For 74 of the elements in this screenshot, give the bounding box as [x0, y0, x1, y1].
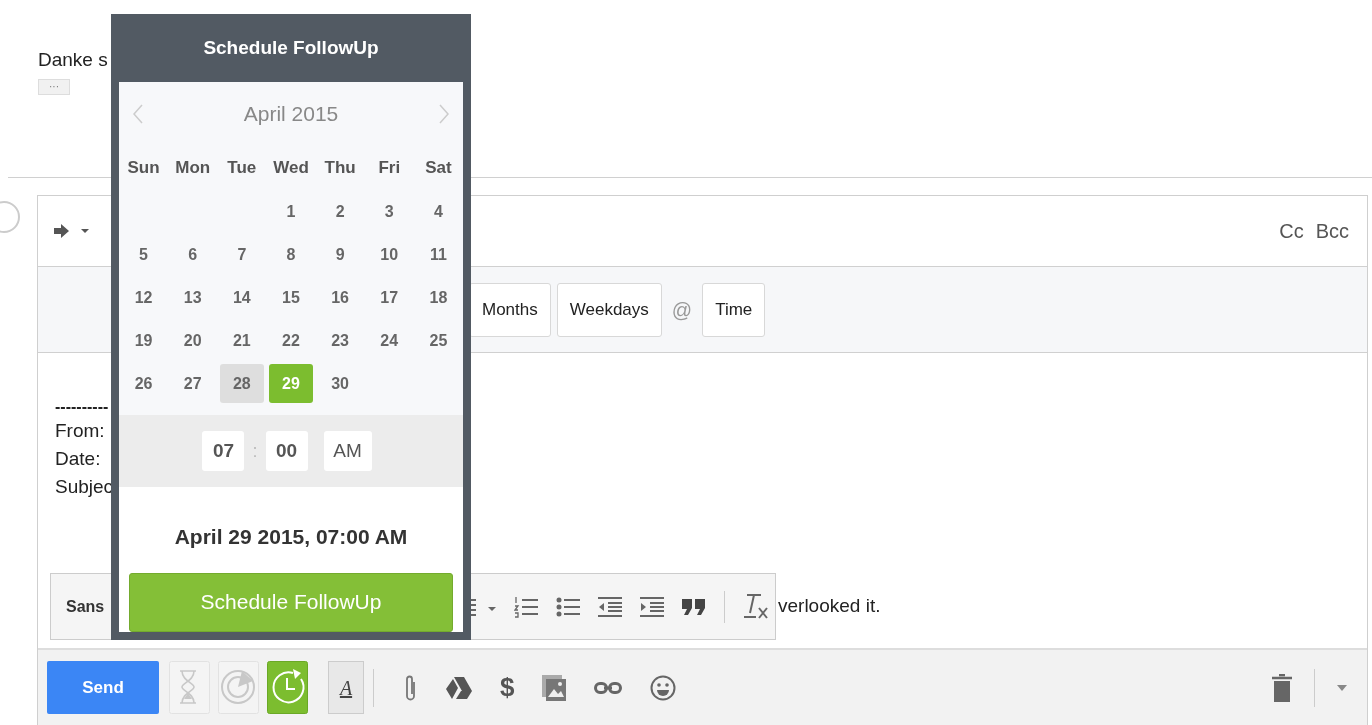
calendar-day[interactable]: 27	[170, 364, 215, 403]
cc-link[interactable]: Cc	[1279, 216, 1304, 246]
indent-more-icon[interactable]	[640, 596, 664, 617]
calendar-day[interactable]: 23	[318, 321, 363, 360]
minute-field[interactable]: 00	[265, 431, 308, 471]
send-button[interactable]: Send	[47, 661, 159, 714]
header-line-text: Subjec	[55, 475, 114, 499]
text-formatting-button[interactable]: A	[328, 661, 364, 714]
calendar-day[interactable]: 5	[121, 235, 166, 274]
calendar-day[interactable]: 16	[318, 278, 363, 317]
calendar-day[interactable]: 8	[269, 235, 313, 274]
month-label: April 2015	[243, 100, 339, 127]
calendar-day[interactable]: 18	[416, 278, 461, 317]
link-icon[interactable]	[594, 681, 623, 694]
calendar-day[interactable]: 20	[170, 321, 215, 360]
numbered-list-icon[interactable]	[514, 595, 538, 618]
weekday-label: Sat	[424, 156, 453, 179]
calendar-day[interactable]: 25	[416, 321, 461, 360]
popup-title: Schedule FollowUp	[202, 35, 380, 60]
bcc-link[interactable]: Bcc	[1315, 216, 1349, 246]
weekday-label: Sun	[126, 156, 161, 179]
clock-button[interactable]	[267, 661, 308, 714]
reply-arrow-icon[interactable]	[54, 223, 90, 239]
calendar-day[interactable]: 2	[318, 192, 363, 231]
expand-button[interactable]: ···	[38, 79, 70, 95]
message-text: verlooked it.	[778, 594, 881, 619]
calendar-day[interactable]: 30	[318, 364, 363, 403]
quote-icon[interactable]	[682, 598, 706, 615]
calendar-day[interactable]: 17	[367, 278, 412, 317]
calendar-day[interactable]: 22	[269, 321, 313, 360]
message-text: Danke s	[38, 48, 108, 72]
paperclip-icon[interactable]	[404, 673, 418, 702]
time-separator: :	[252, 439, 258, 463]
trash-icon[interactable]	[1272, 673, 1292, 702]
calendar-day[interactable]: 11	[416, 235, 461, 274]
header-line-text: Date:	[55, 447, 101, 471]
calendar-day[interactable]: 3	[367, 192, 412, 231]
hour-field[interactable]: 07	[202, 431, 245, 471]
at-symbol: @	[670, 297, 694, 323]
indent-less-icon[interactable]	[598, 596, 622, 617]
period-field[interactable]: AM	[323, 431, 372, 471]
schedule-option-button[interactable]: Months	[469, 282, 551, 337]
weekday-label: Tue	[226, 156, 258, 179]
header-line-text: From:	[55, 419, 105, 443]
calendar-day[interactable]: 21	[219, 321, 264, 360]
photo-icon[interactable]	[542, 674, 567, 701]
bulleted-list-icon[interactable]	[556, 595, 580, 618]
calendar-day[interactable]: 14	[219, 278, 264, 317]
clear-formatting-icon[interactable]	[743, 592, 769, 621]
calendar-day[interactable]: 15	[269, 278, 313, 317]
selected-datetime-text: April 29 2015, 07:00 AM	[173, 524, 409, 550]
caret-icon[interactable]	[1337, 684, 1347, 691]
calendar-day[interactable]: 24	[367, 321, 412, 360]
separator-text: ----------	[55, 397, 110, 417]
weekday-label: Thu	[323, 156, 357, 179]
calendar-day[interactable]: 13	[170, 278, 215, 317]
smiley-icon[interactable]	[650, 674, 677, 701]
calendar-day[interactable]: 19	[121, 321, 166, 360]
calendar-day[interactable]: 7	[219, 235, 264, 274]
calendar-day[interactable]: 1	[269, 192, 313, 231]
currency-button[interactable]: $	[500, 668, 515, 707]
font-selector[interactable]: Sans	[66, 594, 105, 619]
weekday-label: Fri	[377, 156, 402, 179]
weekday-label: Wed	[272, 156, 310, 179]
calendar-day[interactable]: 10	[367, 235, 412, 274]
calendar-day[interactable]: 9	[318, 235, 363, 274]
weekday-label: Mon	[174, 156, 212, 179]
schedule-option-button[interactable]: Time	[702, 282, 766, 337]
schedule-option-button[interactable]: Weekdays	[556, 282, 662, 337]
calendar-day[interactable]: 28	[219, 364, 264, 403]
calendar-day[interactable]: 12	[121, 278, 166, 317]
calendar-day[interactable]: 4	[416, 192, 461, 231]
calendar-day[interactable]: 26	[121, 364, 166, 403]
calendar-day[interactable]: 6	[170, 235, 215, 274]
